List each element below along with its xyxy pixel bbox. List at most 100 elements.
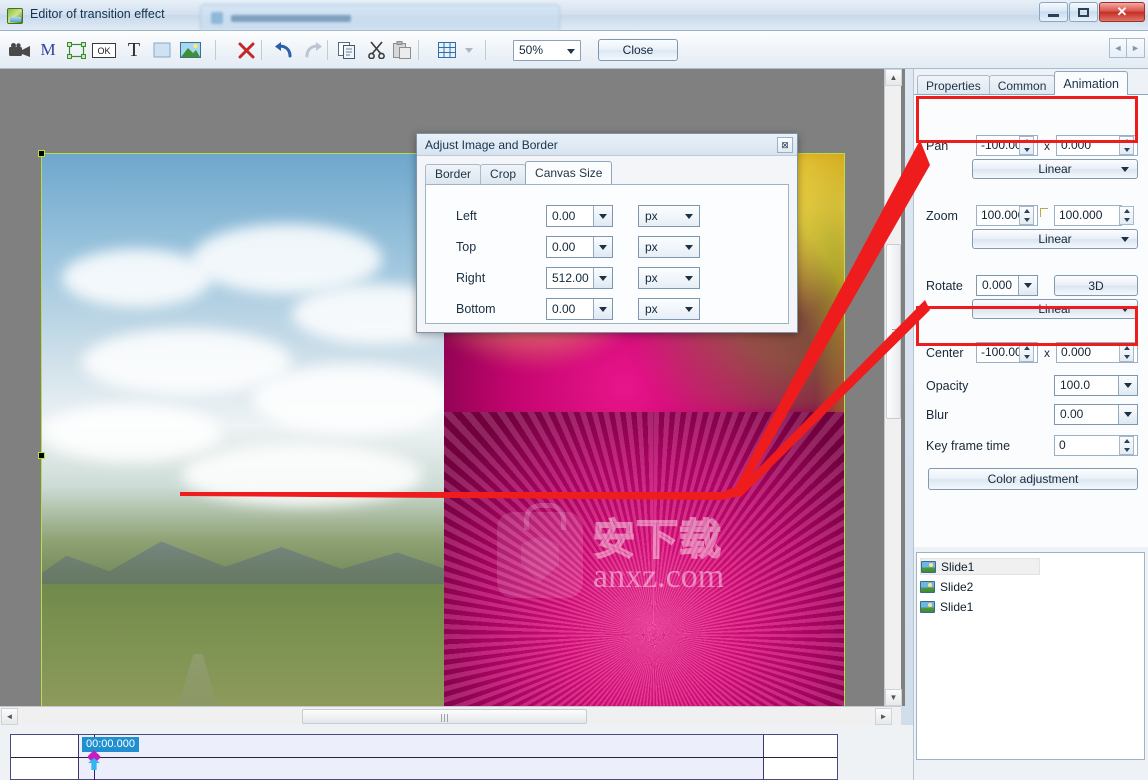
blur-value: 0.00 [1060,407,1084,421]
canvas-horizontal-scrollbar[interactable]: ◄ ► [0,706,901,725]
adjust-image-and-border-dialog[interactable]: Adjust Image and Border ⊠ Border Crop Ca… [416,133,798,333]
delete-glyph [238,42,254,58]
paste-icon[interactable] [388,35,416,65]
right-unit-value: px [645,271,658,285]
zoom-y-input[interactable]: 100.000 [1054,205,1122,226]
top-dropdown-button[interactable] [593,237,612,257]
center-x-spinner[interactable] [1019,343,1034,362]
dialog-tab-border[interactable]: Border [425,164,482,184]
ok-button-icon[interactable]: OK [90,35,118,65]
tab-animation[interactable]: Animation [1054,71,1128,95]
rotate-3d-button[interactable]: 3D [1054,275,1138,296]
scroll-grip [440,714,449,722]
bottom-label: Bottom [456,302,496,316]
app-icon [7,8,23,24]
top-value-input[interactable]: 0.00 [546,236,613,258]
slide-image-landscape [42,154,444,706]
image-tool-icon[interactable] [176,35,204,65]
zoom-level-select[interactable]: 50% [513,40,581,61]
mask-m-icon[interactable]: M [34,35,62,65]
rotate-interpolation-dropdown[interactable]: Linear [972,299,1138,319]
grid-dropdown-arrow[interactable] [455,35,483,65]
zoom-link-icon[interactable] [1040,208,1048,217]
left-unit-select[interactable]: px [638,205,700,227]
toolbar-separator-2 [261,40,262,60]
application-window: Editor of transition effect ✕ M OK T 50%… [0,0,1148,780]
field-row-bottom: Bottom 0.00 px [426,296,788,327]
scroll-left-button[interactable]: ◄ [1,708,18,725]
canvas-vertical-scrollbar[interactable]: ▲ ▼ [884,69,902,706]
selection-frame-icon[interactable] [62,35,90,65]
bottom-value-input[interactable]: 0.00 [546,298,613,320]
zoom-x-spinner[interactable] [1019,206,1034,225]
timeline-track-container[interactable]: 00:00.000 [10,734,838,780]
bottom-unit-select[interactable]: px [638,298,700,320]
tab-common[interactable]: Common [988,75,1056,95]
pan-x-spinner[interactable] [1019,136,1034,155]
nav-prev-button[interactable]: ◄ [1109,38,1127,58]
minimize-icon [1048,13,1059,17]
horizontal-scroll-thumb[interactable] [302,709,587,724]
right-unit-select[interactable]: px [638,267,700,289]
close-window-button[interactable]: ✕ [1099,2,1145,22]
blur-input[interactable]: 0.00 [1054,404,1138,425]
nav-next-button[interactable]: ► [1127,38,1145,58]
text-tool-icon[interactable]: T [120,35,148,65]
top-unit-select[interactable]: px [638,236,700,258]
resize-handle-w[interactable] [38,452,45,459]
zoom-y-spinner[interactable] [1119,206,1134,225]
rotate-value-input[interactable]: 0.000 [976,275,1038,296]
minimize-button[interactable] [1039,2,1068,22]
rectangle-tool-icon[interactable] [148,35,176,65]
pan-interpolation-dropdown[interactable]: Linear [972,159,1138,179]
key-frame-time-spinner[interactable] [1119,436,1134,455]
dialog-close-button[interactable]: ⊠ [777,137,793,153]
undo-icon[interactable] [270,35,298,65]
maximize-button[interactable] [1069,2,1098,22]
list-item[interactable]: Slide1 [920,598,1040,615]
bottom-dropdown-button[interactable] [593,299,612,319]
copy-icon[interactable] [333,35,361,65]
center-y-spinner[interactable] [1119,343,1134,362]
scroll-right-button[interactable]: ► [875,708,892,725]
dialog-title: Adjust Image and Border [417,134,797,156]
list-item[interactable]: Slide2 [920,578,1040,595]
zoom-interpolation-dropdown[interactable]: Linear [972,229,1138,249]
chevron-down-icon [1121,237,1129,242]
blur-dropdown-button[interactable] [1118,405,1137,424]
cut-icon[interactable] [362,35,390,65]
slides-list[interactable]: Slide1 Slide2 Slide1 [916,552,1145,760]
vertical-scroll-thumb[interactable] [886,244,901,419]
dialog-tab-canvas-size[interactable]: Canvas Size [525,161,613,184]
redo-icon[interactable] [299,35,327,65]
color-adjustment-button[interactable]: Color adjustment [928,468,1138,490]
animation-panel-body: Pan -100.000 x 0.000 Linear Zoom 100.000… [914,94,1148,547]
left-dropdown-button[interactable] [593,206,612,226]
key-frame-time-label: Key frame time [926,439,1011,453]
right-value-input[interactable]: 512.00 [546,267,613,289]
pan-y-spinner[interactable] [1119,136,1134,155]
panel-tabs: Properties Common Animation [917,71,1128,95]
svg-text:OK: OK [97,46,110,56]
left-value-input[interactable]: 0.00 [546,205,613,227]
opacity-input[interactable]: 100.0 [1054,375,1138,396]
list-item[interactable]: Slide1 [920,558,1040,575]
chevron-down-icon [599,213,607,219]
dialog-tab-crop[interactable]: Crop [480,164,527,184]
dialog-tabs: Border Crop Canvas Size [425,161,613,184]
rotate-dropdown-button[interactable] [1018,276,1037,295]
video-camera-icon[interactable] [6,35,34,65]
right-properties-panel: Properties Common Animation Pan -100.000… [913,69,1148,780]
blur-label: Blur [926,408,949,422]
center-label: Center [926,346,964,360]
delete-icon[interactable] [232,35,260,65]
tab-properties[interactable]: Properties [917,75,990,95]
right-dropdown-button[interactable] [593,268,612,288]
opacity-label: Opacity [926,379,969,393]
resize-handle-nw[interactable] [38,150,45,157]
chevron-down-icon [465,47,473,53]
scroll-down-button[interactable]: ▼ [885,689,902,706]
scroll-up-button[interactable]: ▲ [885,69,902,86]
close-editor-button[interactable]: Close [598,39,678,61]
opacity-dropdown-button[interactable] [1118,376,1137,395]
